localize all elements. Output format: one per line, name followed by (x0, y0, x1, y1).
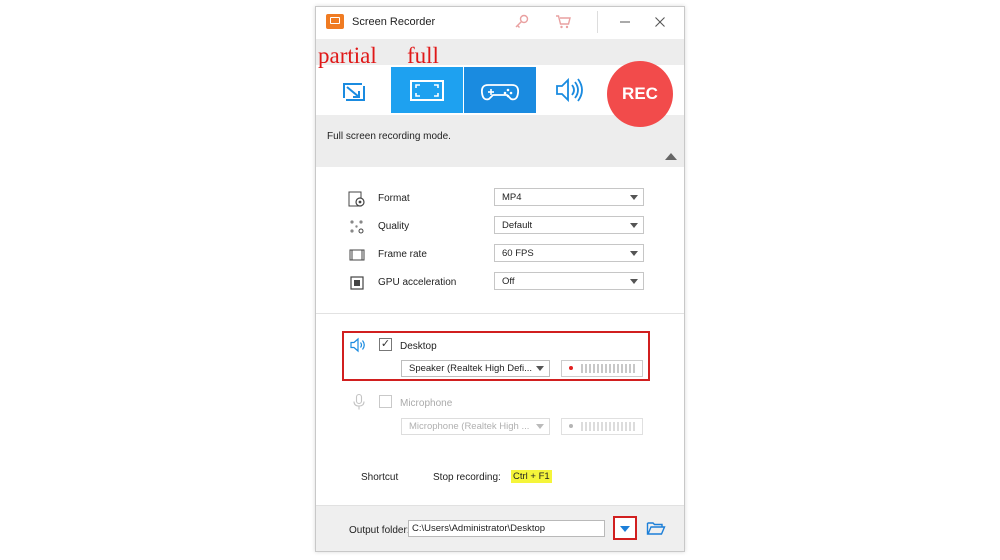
divider (316, 313, 684, 314)
quality-select[interactable]: Default (494, 216, 644, 234)
desktop-audio-label: Desktop (400, 341, 437, 352)
full-screen-icon (410, 80, 444, 101)
mode-description: Full screen recording mode. (327, 131, 451, 142)
recording-mode-panel: partial full REC Full screen recording m… (316, 39, 684, 167)
open-folder-icon[interactable] (646, 519, 666, 537)
chevron-down-icon (630, 251, 638, 256)
format-label: Format (378, 193, 410, 204)
microphone-device-value: Microphone (Realtek High ... (409, 421, 530, 432)
chevron-down-icon (536, 424, 544, 429)
output-folder-path: C:\Users\Administrator\Desktop (412, 523, 546, 534)
format-gear-icon (348, 190, 366, 208)
quality-icon (348, 218, 366, 236)
microphone-volume-meter (561, 418, 643, 435)
window-title: Screen Recorder (352, 16, 436, 28)
partial-screen-mode-button[interactable] (318, 67, 390, 113)
gpu-select[interactable]: Off (494, 272, 644, 290)
chevron-down-icon (630, 195, 638, 200)
desktop-audio-checkbox[interactable]: ✓ (379, 338, 392, 351)
level-dot (569, 424, 573, 428)
audio-only-mode-button[interactable] (537, 67, 609, 113)
level-bars (581, 422, 635, 431)
speaker-icon (556, 77, 583, 103)
gpu-value: Off (502, 276, 515, 287)
microphone-device-select[interactable]: Microphone (Realtek High ... (401, 418, 550, 435)
shortcut-key[interactable]: Ctrl + F1 (511, 470, 552, 483)
frame-rate-icon (348, 246, 366, 264)
output-folder-label: Output folder: (349, 525, 410, 536)
format-row: Format MP4 (316, 188, 684, 210)
collapse-arrow-icon[interactable] (665, 153, 677, 160)
format-select[interactable]: MP4 (494, 188, 644, 206)
title-bar: Screen Recorder (316, 7, 684, 37)
shortcut-action: Stop recording: (433, 472, 501, 483)
annotation-partial: partial (318, 43, 377, 68)
microphone-icon (350, 393, 368, 411)
frame-rate-label: Frame rate (378, 249, 427, 260)
frame-rate-row: Frame rate 60 FPS (316, 244, 684, 266)
frame-rate-value: 60 FPS (502, 248, 534, 259)
microphone-label: Microphone (400, 398, 453, 409)
game-mode-button[interactable] (464, 67, 536, 113)
frame-rate-select[interactable]: 60 FPS (494, 244, 644, 262)
microphone-checkbox[interactable] (379, 395, 392, 408)
shortcut-label: Shortcut (361, 472, 399, 483)
output-folder-dropdown-button[interactable] (613, 516, 637, 540)
quality-label: Quality (378, 221, 410, 232)
output-folder-input[interactable]: C:\Users\Administrator\Desktop (408, 520, 605, 537)
chevron-down-icon (630, 279, 638, 284)
quality-row: Quality Default (316, 216, 684, 238)
chevron-down-icon (536, 366, 544, 371)
minimize-icon[interactable] (615, 12, 635, 32)
annotation-full: full (407, 43, 439, 68)
desktop-volume-meter (561, 360, 643, 377)
output-footer: Output folder: C:\Users\Administrator\De… (316, 505, 684, 551)
gpu-chip-icon (348, 274, 366, 292)
gpu-label: GPU acceleration (378, 277, 457, 288)
cart-icon[interactable] (554, 13, 572, 31)
rec-button[interactable]: REC (607, 61, 673, 127)
format-value: MP4 (502, 192, 522, 203)
gamepad-icon (480, 84, 520, 101)
speaker-device-value: Speaker (Realtek High Defi... (409, 363, 533, 374)
close-icon[interactable] (650, 12, 670, 32)
level-dot (569, 366, 573, 370)
chevron-down-icon (630, 223, 638, 228)
title-bar-separator (597, 11, 598, 33)
desktop-speaker-icon (349, 336, 367, 354)
key-icon[interactable] (513, 13, 531, 31)
app-logo-icon (326, 14, 344, 29)
speaker-device-select[interactable]: Speaker (Realtek High Defi... (401, 360, 550, 377)
partial-screen-icon (343, 83, 365, 101)
screen-recorder-window: Screen Recorder partial full REC Full sc… (315, 6, 685, 552)
full-screen-mode-button[interactable] (391, 67, 463, 113)
chevron-down-icon (620, 526, 630, 532)
quality-value: Default (502, 220, 533, 231)
gpu-row: GPU acceleration Off (316, 272, 684, 294)
level-bars (581, 364, 635, 373)
